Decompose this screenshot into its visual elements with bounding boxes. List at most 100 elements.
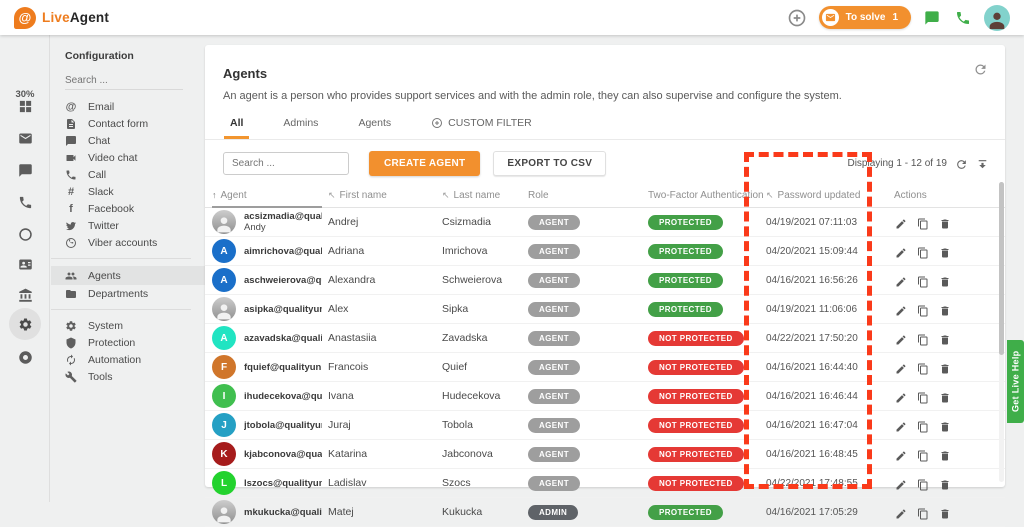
delete-agent-button[interactable]	[938, 245, 951, 258]
sidebar-item-slack[interactable]: #Slack	[51, 183, 205, 200]
actions-cell	[894, 361, 1005, 374]
rail-item-gear[interactable]	[9, 308, 41, 340]
edit-agent-button[interactable]	[894, 216, 907, 229]
edit-agent-button[interactable]	[894, 274, 907, 287]
chat-icon	[924, 10, 940, 26]
duplicate-agent-button[interactable]	[916, 361, 929, 374]
refresh-list-button[interactable]	[954, 157, 968, 171]
rail-item-chat[interactable]	[9, 154, 41, 186]
table-row[interactable]: asipka@qualityunit.conAlexSipkaAGENTPROT…	[205, 295, 1005, 324]
delete-agent-button[interactable]	[938, 332, 951, 345]
sidebar-item-departments[interactable]: Departments	[51, 285, 205, 302]
delete-agent-button[interactable]	[938, 274, 951, 287]
calls-button[interactable]	[953, 8, 973, 28]
tab-custom-filter[interactable]: CUSTOM FILTER	[425, 116, 538, 139]
duplicate-agent-button[interactable]	[916, 332, 929, 345]
delete-agent-button[interactable]	[938, 506, 951, 519]
table-row[interactable]: Ffquief@qualityunit.comFrancoisQuiefAGEN…	[205, 353, 1005, 382]
rail-item-contacts[interactable]	[9, 248, 41, 280]
create-agent-button[interactable]: CREATE AGENT	[369, 151, 480, 176]
table-row[interactable]: acsizmadia@qualityuniAndyAndrejCsizmadia…	[205, 208, 1005, 237]
table-row[interactable]: Aaimrichova@qualityunitAdrianaImrichovaA…	[205, 237, 1005, 266]
column-header-actions[interactable]: Actions	[894, 190, 1005, 201]
sidebar-item-video-chat[interactable]: Video chat	[51, 149, 205, 166]
table-row[interactable]: Kkjabconova@qualityuniKatarinaJabconovaA…	[205, 440, 1005, 469]
edit-agent-button[interactable]	[894, 390, 907, 403]
duplicate-agent-button[interactable]	[916, 448, 929, 461]
rail-item-mail[interactable]	[9, 122, 41, 154]
sidebar-search-input[interactable]	[65, 72, 183, 90]
delete-agent-button[interactable]	[938, 448, 951, 461]
table-row[interactable]: mkukucka@qualityunit.MatejKukuckaADMINPR…	[205, 498, 1005, 527]
table-scrollbar[interactable]	[999, 182, 1004, 482]
table-row[interactable]: Llszocs@qualityunit.conLadislavSzocsAGEN…	[205, 469, 1005, 498]
edit-agent-button[interactable]	[894, 419, 907, 432]
duplicate-agent-button[interactable]	[916, 303, 929, 316]
scrollbar-thumb[interactable]	[999, 182, 1004, 355]
edit-agent-button[interactable]	[894, 245, 907, 258]
sidebar-item-contact-form[interactable]: Contact form	[51, 115, 205, 132]
chats-button[interactable]	[922, 8, 942, 28]
sidebar-item-chat[interactable]: Chat	[51, 132, 205, 149]
duplicate-agent-button[interactable]	[916, 216, 929, 229]
actions-cell	[894, 332, 1005, 345]
rail-item-phone[interactable]	[9, 186, 41, 218]
edit-agent-button[interactable]	[894, 506, 907, 519]
duplicate-agent-button[interactable]	[916, 477, 929, 490]
sidebar-item-call[interactable]: Call	[51, 166, 205, 183]
sidebar-item-twitter[interactable]: Twitter	[51, 217, 205, 234]
column-header-last-name[interactable]: ↖Last name	[442, 190, 528, 201]
rail-item-bank[interactable]	[9, 279, 41, 311]
sidebar-item-tools[interactable]: Tools	[51, 368, 205, 385]
add-new-button[interactable]	[786, 7, 808, 29]
sidebar-item-automation[interactable]: Automation	[51, 351, 205, 368]
sidebar-item-system[interactable]: System	[51, 317, 205, 334]
sidebar-item-facebook[interactable]: fFacebook	[51, 200, 205, 217]
user-avatar[interactable]	[984, 5, 1010, 31]
delete-agent-button[interactable]	[938, 390, 951, 403]
edit-agent-button[interactable]	[894, 361, 907, 374]
sidebar-item-agents[interactable]: Agents	[51, 266, 205, 285]
table-row[interactable]: Aazavadska@qualityunitAnastasiiaZavadska…	[205, 324, 1005, 353]
table-search-input[interactable]	[223, 152, 349, 175]
delete-agent-button[interactable]	[938, 216, 951, 229]
delete-agent-button[interactable]	[938, 477, 951, 490]
rail-item-target[interactable]	[9, 341, 41, 373]
rail-item-clock[interactable]	[9, 218, 41, 250]
table-row[interactable]: Jjtobola@qualityunit.corJurajTobolaAGENT…	[205, 411, 1005, 440]
refresh-icon	[973, 61, 988, 76]
to-solve-button[interactable]: To solve 1	[819, 6, 911, 29]
duplicate-agent-button[interactable]	[916, 274, 929, 287]
refresh-page-button[interactable]	[973, 61, 988, 77]
password-updated-cell: 04/16/2021 16:56:26	[766, 275, 894, 286]
duplicate-agent-button[interactable]	[916, 390, 929, 403]
edit-agent-button[interactable]	[894, 303, 907, 316]
duplicate-agent-button[interactable]	[916, 506, 929, 519]
delete-agent-button[interactable]	[938, 361, 951, 374]
tab-admins[interactable]: Admins	[277, 116, 324, 139]
delete-agent-button[interactable]	[938, 419, 951, 432]
pencil-icon	[895, 334, 907, 346]
edit-agent-button[interactable]	[894, 332, 907, 345]
sidebar-item-viber-accounts[interactable]: Viber accounts	[51, 234, 205, 251]
column-header-password-updated[interactable]: ↖Password updated	[766, 190, 894, 201]
sidebar-item-protection[interactable]: Protection	[51, 334, 205, 351]
get-live-help-tab[interactable]: Get Live Help	[1007, 340, 1024, 423]
delete-agent-button[interactable]	[938, 303, 951, 316]
table-row[interactable]: Iihudecekova@qualityurIvanaHudecekovaAGE…	[205, 382, 1005, 411]
duplicate-agent-button[interactable]	[916, 419, 929, 432]
tab-all[interactable]: All	[224, 116, 249, 139]
column-header-agent[interactable]: ↑Agent	[212, 190, 328, 201]
column-header-first-name[interactable]: ↖First name	[328, 190, 442, 201]
column-header-role[interactable]: Role	[528, 190, 648, 201]
table-row[interactable]: Aaschweierova@qualityuAlexandraSchweiero…	[205, 266, 1005, 295]
edit-agent-button[interactable]	[894, 477, 907, 490]
export-csv-button[interactable]: EXPORT TO CSV	[493, 151, 606, 176]
export-list-button[interactable]	[975, 157, 989, 171]
duplicate-agent-button[interactable]	[916, 245, 929, 258]
sidebar-item-email[interactable]: @Email	[51, 98, 205, 115]
tab-agents[interactable]: Agents	[352, 116, 397, 139]
column-header-two-factor-authentication[interactable]: Two-Factor Authentication	[648, 190, 766, 201]
edit-agent-button[interactable]	[894, 448, 907, 461]
rail-item-dashboard[interactable]	[9, 90, 41, 122]
